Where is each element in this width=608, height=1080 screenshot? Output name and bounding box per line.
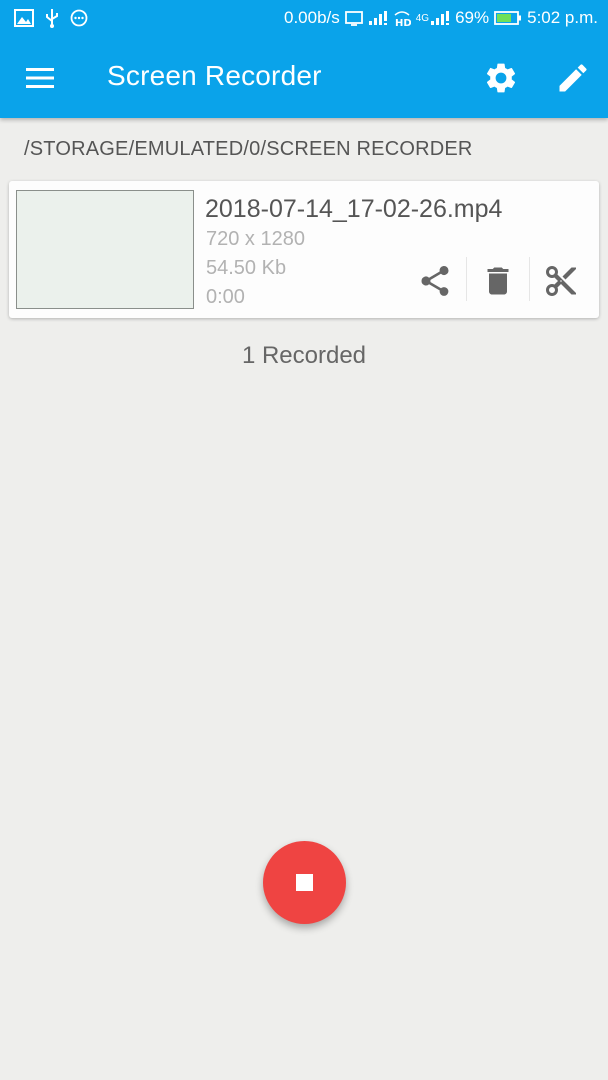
gear-icon — [486, 63, 516, 93]
recording-resolution: 720 x 1280 — [206, 228, 305, 250]
toolbar: Screen Recorder — [0, 38, 608, 118]
settings-button[interactable] — [483, 60, 519, 96]
cast-icon — [344, 11, 363, 26]
status-bar: 0.00b/s HD 4G 69% 5:02 p.m. — [0, 0, 608, 38]
delete-button[interactable] — [480, 263, 516, 299]
svg-text:HD: HD — [395, 18, 411, 27]
status-right: 0.00b/s HD 4G 69% 5:02 p.m. — [284, 8, 598, 28]
clock: 5:02 p.m. — [527, 8, 598, 27]
net-speed: 0.00b/s — [283, 8, 340, 27]
edit-button[interactable] — [555, 60, 591, 96]
more-circle-icon — [70, 9, 88, 27]
share-icon — [421, 265, 449, 296]
battery-percent: 69% — [455, 8, 490, 27]
stop-record-button[interactable] — [263, 841, 346, 924]
pencil-icon — [559, 64, 587, 92]
recording-size: 54.50 Kb — [206, 257, 287, 279]
signal-icon — [368, 11, 387, 25]
usb-icon — [46, 9, 58, 28]
app-bar: 0.00b/s HD 4G 69% 5:02 p.m. Screen Recor… — [0, 0, 608, 118]
trim-button[interactable] — [543, 263, 579, 299]
video-thumbnail[interactable] — [16, 190, 194, 309]
trash-icon — [487, 267, 509, 295]
recording-card[interactable]: 2018-07-14_17-02-26.mp4 720 x 1280 54.50… — [9, 181, 599, 318]
signal-4g-icon — [431, 11, 450, 25]
action-divider — [466, 257, 467, 301]
image-icon — [14, 9, 34, 27]
menu-icon — [26, 68, 54, 88]
menu-button[interactable] — [22, 62, 58, 94]
recording-duration: 0:00 — [206, 286, 245, 308]
scissors-icon — [546, 266, 576, 296]
recorded-count: 1 Recorded — [241, 342, 367, 369]
action-divider — [529, 257, 530, 301]
recording-filename: 2018-07-14_17-02-26.mp4 — [205, 195, 503, 223]
share-button[interactable] — [417, 263, 453, 299]
folder-path: /STORAGE/EMULATED/0/SCREEN RECORDER — [24, 138, 473, 160]
status-left — [14, 8, 88, 28]
network-type: 4G — [415, 12, 430, 24]
stop-icon — [296, 874, 313, 891]
battery-icon — [494, 11, 522, 25]
app-title: Screen Recorder — [107, 60, 322, 91]
hd-icon: HD — [394, 11, 411, 27]
